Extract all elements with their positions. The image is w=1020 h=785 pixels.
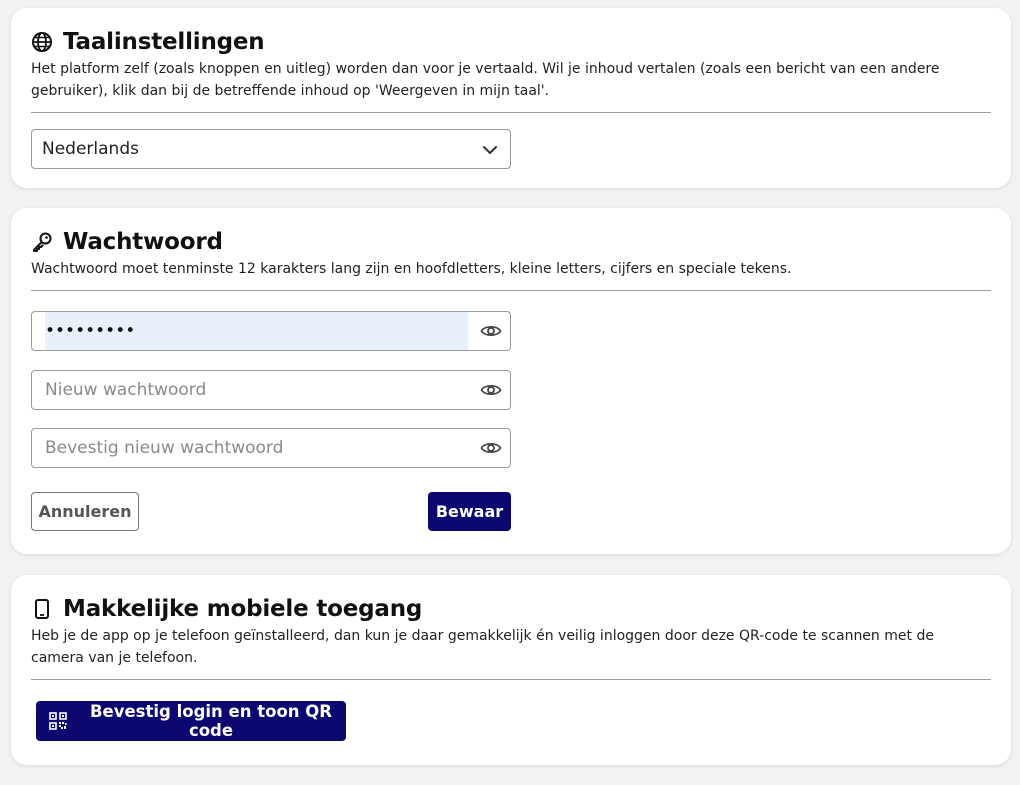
divider	[31, 290, 991, 291]
save-button[interactable]: Bewaar	[428, 492, 511, 531]
mobile-access-description: Heb je de app op je telefoon geïnstallee…	[31, 628, 934, 666]
mobile-access-header: Makkelijke mobiele toegang	[31, 595, 991, 623]
password-actions: Annuleren Bewaar	[31, 492, 511, 531]
password-description: Wachtwoord moet tenminste 12 karakters l…	[31, 261, 792, 277]
language-settings-card: Taalinstellingen Het platform zelf (zoal…	[11, 8, 1011, 188]
new-password-input[interactable]	[45, 372, 467, 408]
mobile-access-title: Makkelijke mobiele toegang	[63, 596, 423, 622]
show-qr-code-label: Bevestig login en toon QR code	[89, 702, 333, 740]
globe-icon	[32, 32, 52, 52]
confirm-password-input[interactable]	[45, 430, 467, 466]
eye-icon[interactable]	[480, 321, 502, 341]
cancel-button[interactable]: Annuleren	[31, 492, 139, 531]
qr-code-icon	[49, 712, 67, 730]
password-card: Wachtwoord Wachtwoord moet tenminste 12 …	[11, 208, 1011, 554]
current-password-input[interactable]	[45, 313, 467, 349]
current-password-field[interactable]	[31, 311, 511, 351]
phone-icon	[35, 599, 49, 619]
confirm-password-field[interactable]	[31, 428, 511, 468]
password-title: Wachtwoord	[63, 229, 223, 255]
mobile-access-card: Makkelijke mobiele toegang Heb je de app…	[11, 575, 1011, 765]
new-password-field[interactable]	[31, 370, 511, 410]
language-select-value: Nederlands	[42, 139, 139, 159]
key-icon	[33, 232, 52, 252]
eye-icon[interactable]	[480, 380, 502, 400]
language-select[interactable]: Nederlands	[31, 129, 511, 169]
divider	[31, 112, 991, 113]
language-settings-title: Taalinstellingen	[63, 29, 265, 55]
language-settings-description: Het platform zelf (zoals knoppen en uitl…	[31, 61, 940, 99]
chevron-down-icon	[483, 146, 497, 154]
language-settings-header: Taalinstellingen	[31, 28, 991, 56]
divider	[31, 679, 991, 680]
password-header: Wachtwoord	[31, 228, 991, 256]
eye-icon[interactable]	[480, 438, 502, 458]
show-qr-code-button[interactable]: Bevestig login en toon QR code	[36, 701, 346, 741]
